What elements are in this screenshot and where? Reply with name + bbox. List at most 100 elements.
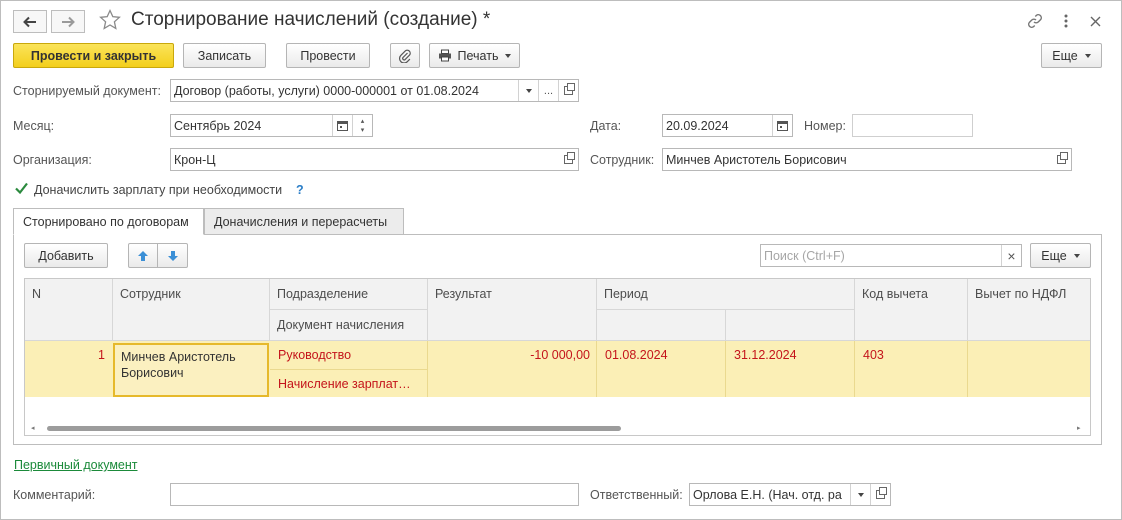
more-vert-icon — [1064, 14, 1068, 28]
more-button[interactable]: Еще — [1041, 43, 1102, 68]
open-button[interactable] — [558, 80, 578, 101]
row-result[interactable]: -10 000,00 — [428, 348, 590, 362]
calendar-button[interactable] — [332, 115, 352, 136]
open-icon — [563, 152, 575, 164]
calendar-icon — [337, 121, 348, 131]
organization-label: Организация: — [13, 153, 92, 167]
accruals-table[interactable]: N Сотрудник Подразделение Документ начис… — [24, 278, 1091, 436]
header-period[interactable]: Период — [597, 279, 855, 310]
primary-document-link[interactable]: Первичный документ — [14, 458, 138, 472]
comment-label: Комментарий: — [13, 488, 96, 502]
date-label: Дата: — [590, 119, 622, 133]
responsible-field[interactable]: Орлова Е.Н. (Нач. отд. ра — [689, 483, 891, 506]
row-deduction-code[interactable]: 403 — [863, 348, 884, 362]
post-and-close-button[interactable]: Провести и закрыть — [13, 43, 174, 68]
table-more-label: Еще — [1041, 248, 1067, 263]
number-label: Номер: — [804, 119, 846, 133]
row-employee-cell[interactable]: Минчев Аристотель Борисович — [113, 343, 269, 397]
month-field[interactable]: Сентябрь 2024 ▴ ▾ — [170, 114, 373, 137]
chevron-down-icon — [505, 53, 512, 58]
stepper-up-icon[interactable]: ▴ — [361, 117, 365, 126]
cell-divider — [967, 341, 968, 397]
open-icon — [564, 83, 575, 95]
dropdown-button[interactable] — [850, 484, 870, 505]
save-button[interactable]: Записать — [183, 43, 266, 68]
search-placeholder: Поиск (Ctrl+F) — [764, 248, 845, 263]
accrue-label[interactable]: Доначислить зарплату при необходимости — [34, 183, 282, 197]
header-accrual-doc[interactable]: Документ начисления — [270, 310, 428, 341]
row-period-end[interactable]: 31.12.2024 — [734, 348, 797, 362]
search-field[interactable]: Поиск (Ctrl+F) × — [760, 244, 1022, 267]
add-row-button[interactable]: Добавить — [24, 243, 108, 268]
link-button[interactable] — [1025, 10, 1045, 32]
dropdown-button[interactable] — [518, 80, 538, 101]
favorite-button[interactable] — [98, 8, 122, 35]
row-n[interactable]: 1 — [25, 348, 105, 362]
comment-field[interactable] — [170, 483, 579, 506]
row-period-start[interactable]: 01.08.2024 — [605, 348, 668, 362]
open-button[interactable] — [870, 484, 890, 505]
more-label: Еще — [1052, 48, 1078, 63]
chevron-down-icon — [525, 88, 532, 93]
post-button[interactable]: Провести — [286, 43, 370, 68]
header-period-start[interactable] — [597, 310, 726, 341]
header-ndfl-deduction[interactable]: Вычет по НДФЛ — [968, 279, 1090, 341]
tab-accruals-recalculations[interactable]: Доначисления и перерасчеты — [204, 208, 404, 235]
accrue-checkbox[interactable] — [14, 181, 29, 196]
organization-field[interactable]: Крон-Ц — [170, 148, 579, 171]
open-button[interactable] — [558, 149, 578, 170]
date-field[interactable]: 20.09.2024 — [662, 114, 793, 137]
number-field[interactable] — [852, 114, 973, 137]
header-deduction-code[interactable]: Код вычета — [855, 279, 968, 341]
paperclip-icon — [399, 49, 411, 63]
calendar-button[interactable] — [772, 115, 792, 136]
employee-label: Сотрудник: — [590, 153, 655, 167]
header-n[interactable]: N — [25, 279, 113, 341]
reversed-doc-value: Договор (работы, услуги) 0000-000001 от … — [174, 83, 479, 98]
header-result[interactable]: Результат — [428, 279, 597, 341]
employee-value: Минчев Аристотель Борисович — [666, 152, 847, 167]
chevron-down-icon — [1073, 253, 1080, 258]
more-menu-button[interactable] — [1056, 10, 1076, 32]
header-department[interactable]: Подразделение — [270, 279, 428, 310]
move-up-button[interactable] — [128, 243, 158, 268]
attach-button[interactable] — [390, 43, 420, 68]
row-accrual-doc[interactable]: Начисление зарплат… — [278, 377, 411, 391]
clear-search-button[interactable]: × — [1001, 245, 1021, 266]
forward-button[interactable] — [51, 10, 85, 33]
horizontal-scrollbar[interactable]: ◂ ▸ — [25, 419, 1090, 435]
open-icon — [1056, 152, 1068, 164]
scrollbar-thumb[interactable] — [47, 426, 621, 431]
employee-field[interactable]: Минчев Аристотель Борисович — [662, 148, 1072, 171]
help-icon[interactable]: ? — [296, 183, 304, 197]
header-period-end[interactable] — [726, 310, 855, 341]
arrow-left-icon — [23, 16, 36, 27]
reversed-doc-field[interactable]: Договор (работы, услуги) 0000-000001 от … — [170, 79, 579, 102]
print-label: Печать — [457, 48, 499, 63]
select-button[interactable]: ... — [538, 80, 558, 101]
month-stepper[interactable]: ▴ ▾ — [352, 115, 372, 136]
tab-reversed-by-contracts[interactable]: Сторнировано по договорам — [13, 208, 204, 235]
row-department[interactable]: Руководство — [278, 348, 351, 362]
date-value: 20.09.2024 — [666, 118, 729, 133]
calendar-icon — [777, 121, 788, 131]
close-icon — [1090, 16, 1100, 26]
organization-value: Крон-Ц — [174, 152, 216, 167]
open-icon — [876, 487, 887, 499]
open-button[interactable] — [1051, 149, 1071, 170]
cell-divider — [596, 341, 597, 397]
move-down-button[interactable] — [157, 243, 188, 268]
arrow-up-icon — [138, 250, 148, 261]
header-employee[interactable]: Сотрудник — [113, 279, 270, 341]
star-icon — [99, 8, 121, 30]
close-button[interactable] — [1085, 10, 1105, 32]
back-button[interactable] — [13, 10, 47, 33]
printer-icon — [438, 49, 451, 62]
responsible-label: Ответственный: — [590, 488, 683, 502]
print-button[interactable]: Печать — [429, 43, 520, 68]
row-employee: Минчев Аристотель Борисович — [121, 350, 236, 380]
table-more-button[interactable]: Еще — [1030, 243, 1091, 268]
scroll-right-icon[interactable]: ▸ — [1077, 424, 1081, 432]
scroll-left-icon[interactable]: ◂ — [31, 424, 35, 432]
stepper-down-icon[interactable]: ▾ — [361, 126, 365, 135]
